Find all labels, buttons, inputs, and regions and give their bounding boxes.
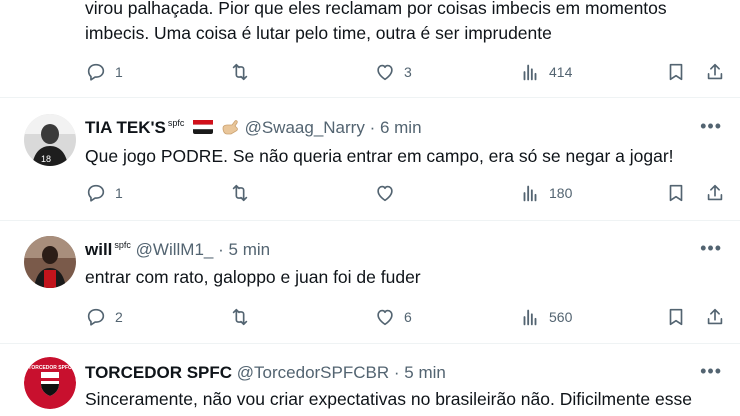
retweet-icon — [232, 308, 248, 326]
views-button[interactable]: 560 — [519, 304, 572, 330]
bookmark-icon — [669, 63, 683, 81]
heart-icon — [377, 309, 393, 326]
views-count: 560 — [549, 309, 573, 325]
avatar[interactable]: 18 — [24, 114, 76, 166]
avatar-image: 18 — [24, 114, 76, 166]
user-handle[interactable]: @Swaag_Narry — [245, 118, 365, 137]
share-button[interactable] — [704, 180, 726, 206]
timestamp[interactable]: 5 min — [229, 240, 271, 259]
reply-count: 2 — [115, 309, 123, 325]
like-button[interactable]: 6 — [374, 304, 412, 330]
timestamp[interactable]: 6 min — [380, 118, 422, 137]
reply-icon — [87, 63, 105, 81]
display-name[interactable]: will — [85, 240, 112, 259]
avatar-logo-text: TORCEDOR SPFC — [28, 365, 72, 371]
views-count: 414 — [549, 64, 573, 80]
views-icon — [523, 185, 537, 202]
views-button[interactable]: 414 — [519, 59, 572, 85]
display-name[interactable]: TIA TEK'S — [85, 118, 166, 137]
spfc-badge: spfc — [167, 118, 185, 129]
retweet-icon — [232, 63, 248, 81]
tweet-header: will spfc @WillM1_ · 5 min — [85, 240, 270, 260]
share-icon — [707, 184, 723, 201]
sao-paulo-flag-icon — [193, 120, 214, 134]
bookmark-button[interactable] — [665, 59, 687, 85]
reply-icon — [87, 308, 105, 326]
svg-text:18: 18 — [41, 154, 51, 164]
heart-icon — [377, 64, 393, 81]
reply-button[interactable]: 1 — [85, 180, 123, 206]
tweet-text-line-1: virou palhaçada. Pior que eles reclamam … — [85, 0, 667, 18]
views-count: 180 — [549, 185, 573, 201]
views-icon — [523, 64, 537, 81]
reply-button[interactable]: 2 — [85, 304, 123, 330]
avatar[interactable] — [24, 236, 76, 288]
tweet-actions: 1 180 — [85, 180, 725, 206]
tweet-3[interactable]: TORCEDOR SPFC TORCEDOR SPFC @TorcedorSPF… — [0, 344, 740, 416]
user-handle[interactable]: @TorcedorSPFCBR — [237, 363, 389, 382]
retweet-button[interactable] — [229, 304, 251, 330]
bookmark-icon — [669, 184, 683, 202]
share-icon — [707, 308, 723, 325]
display-name[interactable]: TORCEDOR SPFC — [85, 363, 232, 382]
call-me-hand-icon — [222, 120, 238, 135]
timestamp[interactable]: 5 min — [404, 363, 446, 382]
tweet-header: TIA TEK'S spfc @Swaag_Narry · 6 min — [85, 118, 422, 138]
avatar[interactable]: TORCEDOR SPFC — [24, 357, 76, 409]
more-options-icon[interactable]: ••• — [700, 116, 722, 137]
separator-dot: · — [369, 118, 376, 137]
views-button[interactable]: 180 — [519, 180, 572, 206]
separator-dot: · — [218, 240, 224, 259]
reply-count: 1 — [115, 64, 123, 80]
avatar-image — [24, 236, 76, 288]
tweet-2[interactable]: will spfc @WillM1_ · 5 min ••• entrar com… — [0, 221, 740, 343]
tweet-text: Que jogo PODRE. Se não queria entrar em … — [85, 146, 674, 166]
reply-count: 1 — [115, 185, 123, 201]
retweet-icon — [232, 184, 248, 202]
bookmark-button[interactable] — [665, 180, 687, 206]
heart-icon — [377, 185, 393, 202]
tweet-text: entrar com rato, galoppo e juan foi de f… — [85, 267, 421, 287]
tweet-0[interactable]: virou palhaçada. Pior que eles reclamam … — [0, 0, 740, 97]
reply-button[interactable]: 1 — [85, 59, 123, 85]
tweet-text-line-2: imbecis. Uma coisa é lutar pelo time, ou… — [85, 23, 552, 43]
more-options-icon[interactable]: ••• — [700, 238, 722, 259]
tweet-header: TORCEDOR SPFC @TorcedorSPFCBR · 5 min — [85, 363, 446, 383]
retweet-button[interactable] — [229, 59, 251, 85]
reply-icon — [87, 184, 105, 202]
like-button[interactable]: 3 — [374, 59, 412, 85]
more-options-icon[interactable]: ••• — [700, 361, 722, 382]
tweet-text: Sinceramente, não vou criar expectativas… — [85, 389, 692, 409]
separator-dot: · — [393, 363, 400, 382]
like-button[interactable] — [374, 180, 396, 206]
share-icon — [707, 63, 723, 80]
user-handle[interactable]: @WillM1_ — [136, 240, 214, 259]
tweet-1[interactable]: 18 TIA TEK'S spfc @Swaag_Narry · 6 min ••… — [0, 98, 740, 220]
spfc-badge: spfc — [114, 240, 131, 251]
tweet-actions: 2 6 560 — [85, 304, 725, 330]
bookmark-icon — [669, 308, 683, 326]
like-count: 3 — [404, 64, 412, 80]
bookmark-button[interactable] — [665, 304, 687, 330]
retweet-button[interactable] — [229, 180, 251, 206]
torcedor-spfc-logo: TORCEDOR SPFC — [24, 357, 76, 409]
views-icon — [523, 309, 537, 326]
share-button[interactable] — [704, 304, 726, 330]
share-button[interactable] — [704, 59, 726, 85]
like-count: 6 — [404, 309, 412, 325]
tweet-actions: 1 3 414 — [85, 59, 725, 85]
